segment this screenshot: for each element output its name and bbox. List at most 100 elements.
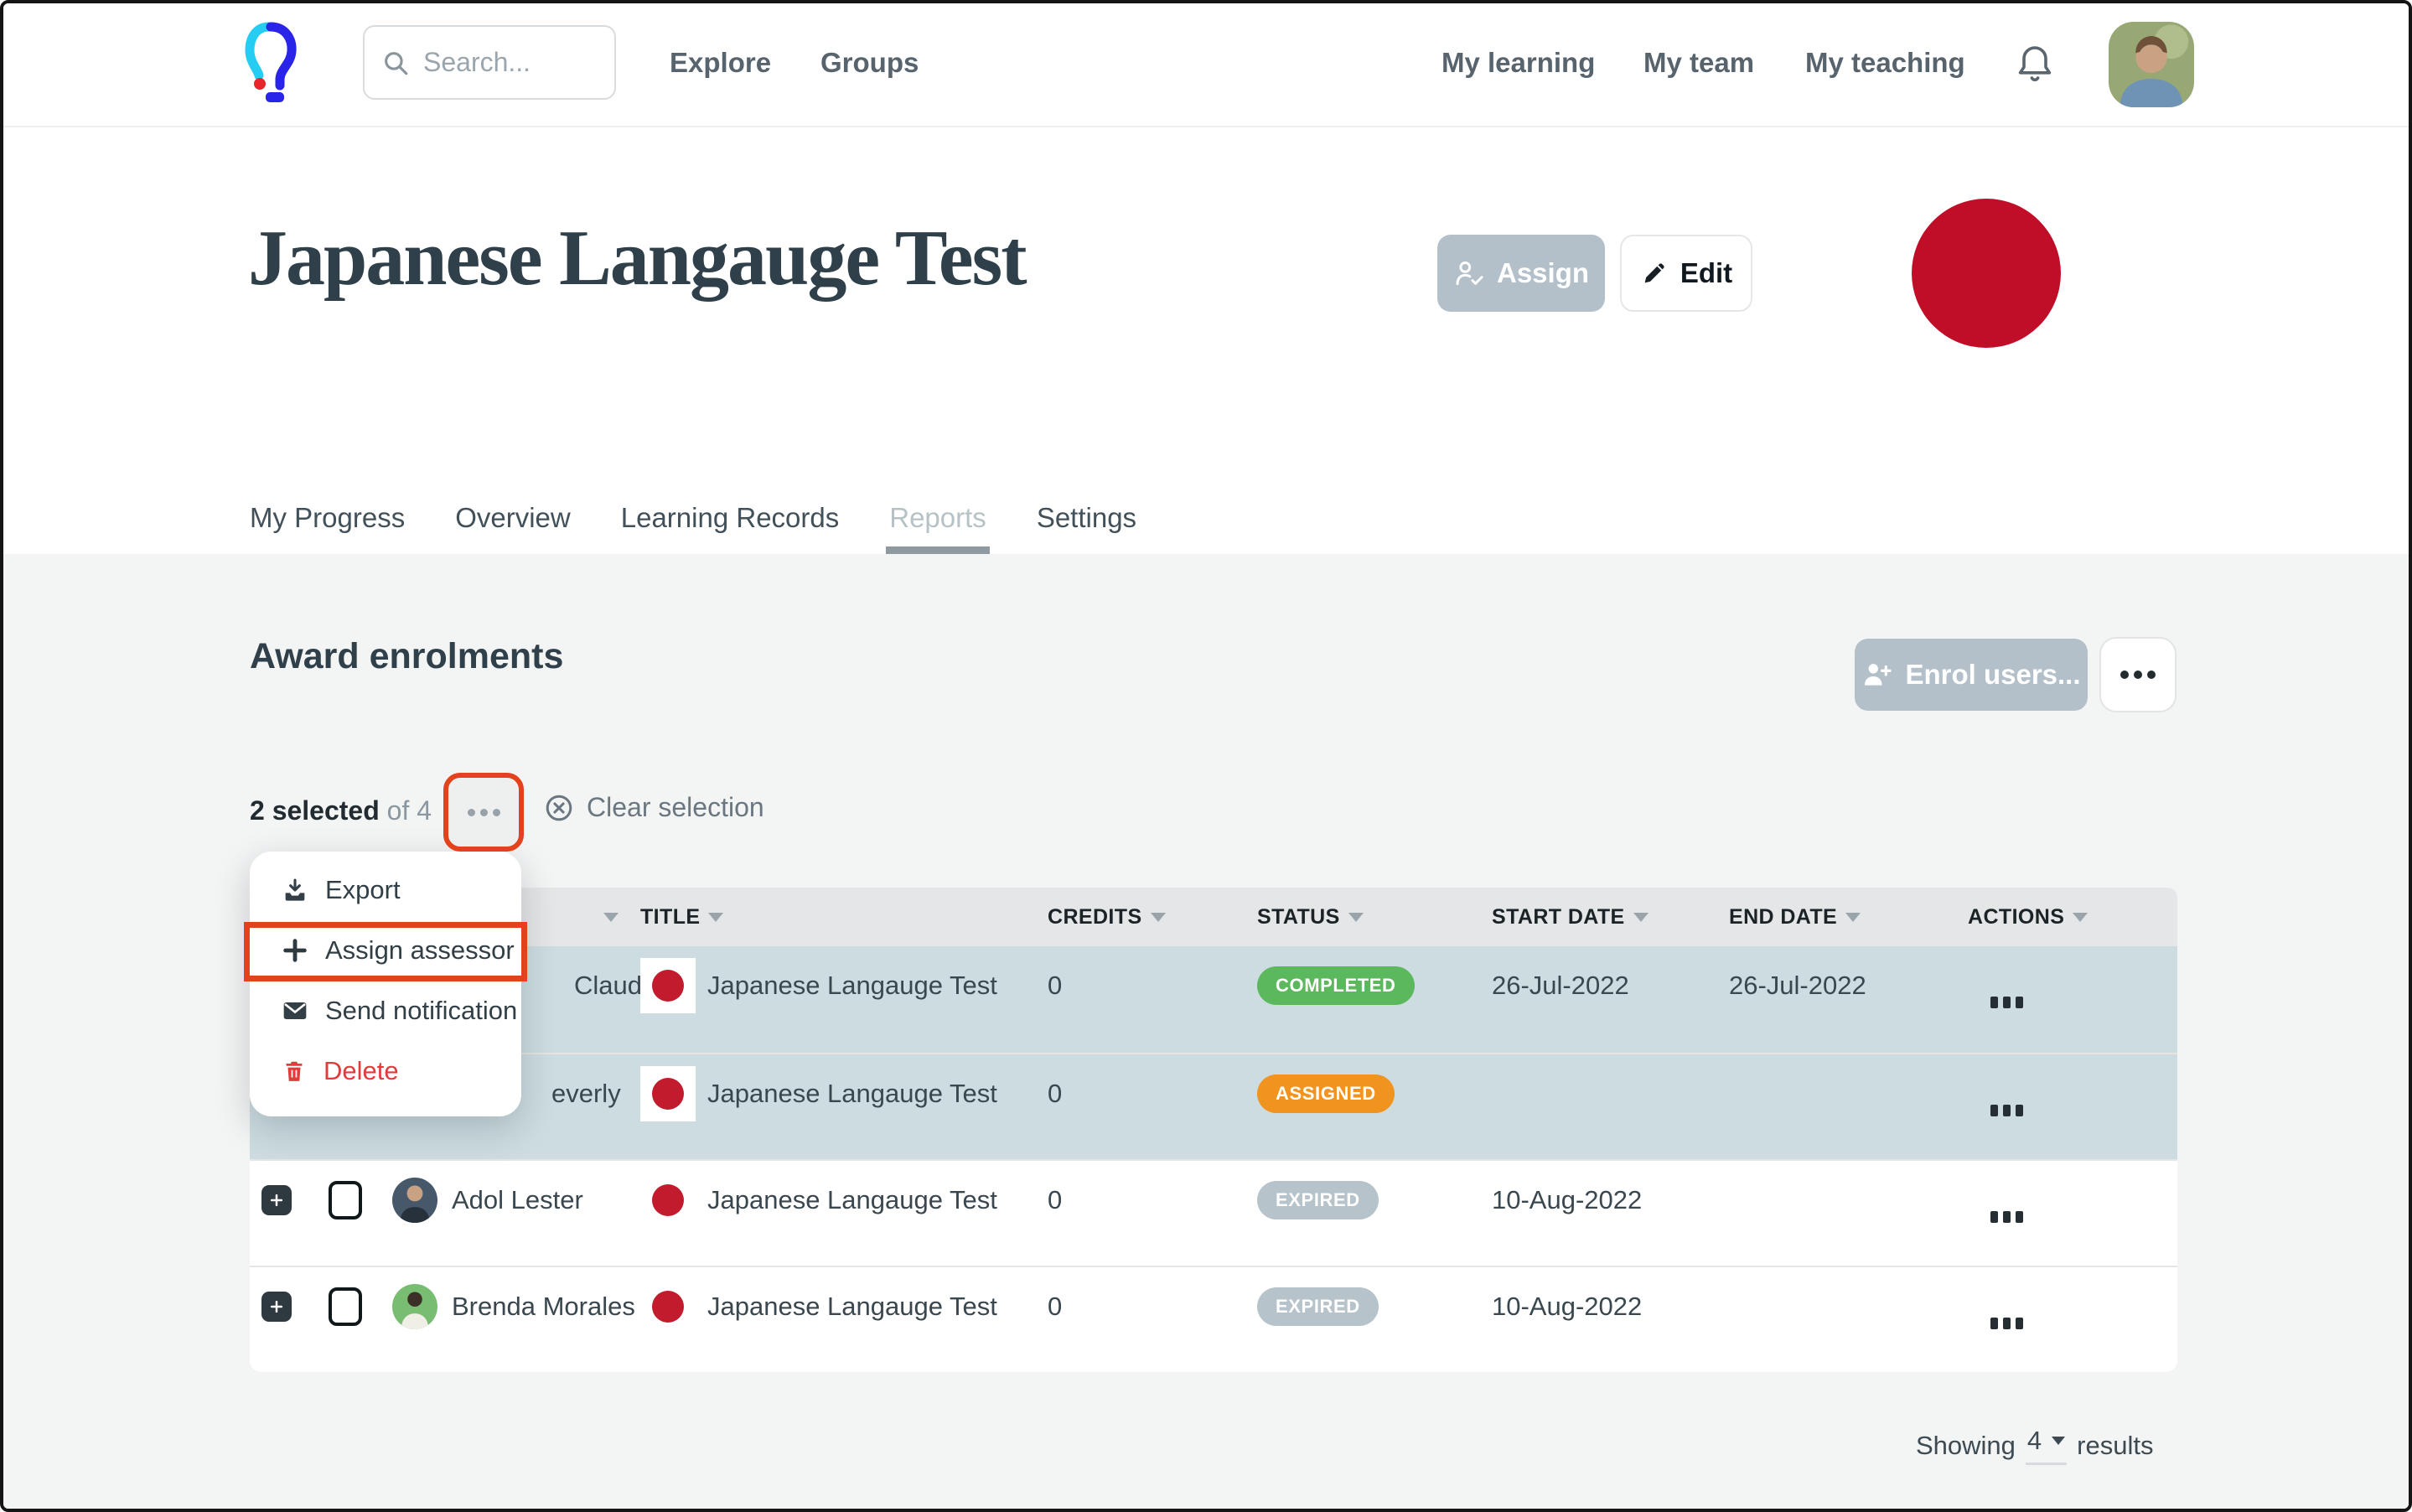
credits-value: 0 bbox=[1017, 1068, 1227, 1120]
course-hero: Japanese Langauge Test Assign Edit My Pr… bbox=[3, 129, 2409, 554]
user-avatar bbox=[392, 1178, 437, 1223]
enrolment-title: Japanese Langauge Test bbox=[707, 1185, 997, 1215]
enrolment-title: Japanese Langauge Test bbox=[707, 971, 997, 1001]
section-heading: Award enrolments bbox=[250, 636, 563, 677]
pencil-icon bbox=[1640, 259, 1669, 287]
nav-groups[interactable]: Groups bbox=[820, 47, 919, 79]
circle-x-icon bbox=[544, 793, 574, 823]
column-header-actions[interactable]: ACTIONS bbox=[1935, 905, 2177, 929]
page-title: Japanese Langauge Test bbox=[248, 213, 1026, 303]
user-name: Adol Lester bbox=[452, 1185, 583, 1215]
japan-flag-icon bbox=[640, 958, 696, 1013]
menu-item-send-notification[interactable]: Send notification bbox=[250, 981, 521, 1041]
nav-my-teaching[interactable]: My teaching bbox=[1805, 47, 1965, 79]
table-row: everly Japanese Langauge Test 0 ASSIGNED bbox=[250, 1053, 2177, 1159]
tab-settings[interactable]: Settings bbox=[1037, 502, 1136, 554]
row-actions-button[interactable] bbox=[1990, 1318, 2177, 1329]
brand-logo-icon[interactable] bbox=[244, 20, 298, 104]
table-header-row: TITLE CREDITS STATUS START DATE END DATE… bbox=[250, 888, 2177, 946]
table-row: Adol Lester Japanese Langauge Test 0 EXP… bbox=[250, 1159, 2177, 1266]
enrol-users-label: Enrol users... bbox=[1905, 659, 2080, 691]
expand-row-button[interactable] bbox=[261, 1292, 292, 1322]
row-checkbox[interactable] bbox=[329, 1181, 362, 1219]
user-avatar[interactable] bbox=[2109, 22, 2194, 107]
notifications-bell-icon[interactable] bbox=[2015, 44, 2055, 87]
row-actions-button[interactable] bbox=[1990, 997, 2177, 1008]
credits-value: 0 bbox=[1017, 1281, 1227, 1333]
nav-explore[interactable]: Explore bbox=[670, 47, 771, 79]
end-date: 26-Jul-2022 bbox=[1696, 960, 1935, 1012]
clear-selection-label: Clear selection bbox=[587, 792, 764, 823]
reports-content: Award enrolments Enrol users... 2 select… bbox=[3, 554, 2409, 1512]
clear-selection-button[interactable]: Clear selection bbox=[544, 792, 764, 823]
status-badge: ASSIGNED bbox=[1257, 1074, 1395, 1113]
edit-button[interactable]: Edit bbox=[1620, 235, 1752, 312]
enrol-users-button[interactable]: Enrol users... bbox=[1855, 639, 2088, 711]
column-header-title[interactable]: TITLE bbox=[632, 905, 1017, 929]
person-check-icon bbox=[1453, 257, 1485, 289]
start-date: 10-Aug-2022 bbox=[1462, 1281, 1696, 1333]
results-footer: Showing 4 results bbox=[1916, 1426, 2153, 1465]
start-date bbox=[1462, 1068, 1696, 1120]
page-size-select[interactable]: 4 bbox=[2026, 1426, 2067, 1465]
end-date bbox=[1696, 1281, 1935, 1333]
chevron-down-icon bbox=[2052, 1437, 2065, 1445]
person-plus-icon bbox=[1861, 659, 1893, 691]
tab-learning-records[interactable]: Learning Records bbox=[621, 502, 840, 554]
menu-item-delete[interactable]: Delete bbox=[250, 1041, 521, 1101]
column-header-credits[interactable]: CREDITS bbox=[1017, 905, 1227, 929]
user-name: everly bbox=[551, 1079, 621, 1109]
credits-value: 0 bbox=[1017, 1174, 1227, 1226]
user-name: Brenda Morales bbox=[452, 1292, 635, 1322]
enrolment-title: Japanese Langauge Test bbox=[707, 1079, 997, 1109]
search-icon bbox=[381, 49, 410, 77]
user-avatar bbox=[392, 1284, 437, 1329]
expand-row-button[interactable] bbox=[261, 1185, 292, 1215]
status-badge: EXPIRED bbox=[1257, 1287, 1379, 1326]
start-date: 26-Jul-2022 bbox=[1462, 960, 1696, 1012]
menu-item-assign-assessor[interactable]: Assign assessor bbox=[250, 920, 521, 981]
row-actions-button[interactable] bbox=[1990, 1105, 2177, 1116]
tab-reports[interactable]: Reports bbox=[889, 502, 986, 554]
status-badge: EXPIRED bbox=[1257, 1181, 1379, 1219]
plus-icon bbox=[282, 937, 308, 964]
japan-flag-icon bbox=[640, 1066, 696, 1121]
assign-button-label: Assign bbox=[1497, 257, 1589, 289]
column-header-start-date[interactable]: START DATE bbox=[1462, 905, 1696, 929]
download-icon bbox=[282, 877, 308, 904]
japan-flag-icon bbox=[640, 1279, 696, 1334]
app-window: Explore Groups My learning My team My te… bbox=[0, 0, 2412, 1512]
credits-value: 0 bbox=[1017, 960, 1227, 1012]
end-date bbox=[1696, 1068, 1935, 1120]
row-checkbox[interactable] bbox=[329, 1287, 362, 1326]
row-actions-button[interactable] bbox=[1990, 1211, 2177, 1223]
assign-button[interactable]: Assign bbox=[1437, 235, 1605, 312]
award-image-japan-flag bbox=[1912, 199, 2061, 348]
enrolment-title: Japanese Langauge Test bbox=[707, 1292, 997, 1322]
edit-button-label: Edit bbox=[1680, 257, 1732, 289]
more-actions-button[interactable] bbox=[2099, 637, 2176, 712]
search-box[interactable] bbox=[363, 25, 616, 100]
selection-count: 2 selected of 4 bbox=[250, 795, 432, 826]
enrolments-table: TITLE CREDITS STATUS START DATE END DATE… bbox=[250, 888, 2177, 1372]
table-row: Claude Japanese Langauge Test 0 COMPLETE… bbox=[250, 946, 2177, 1053]
ellipsis-icon bbox=[468, 809, 475, 816]
menu-item-export[interactable]: Export bbox=[250, 860, 521, 920]
trash-icon bbox=[282, 1059, 307, 1084]
bulk-actions-menu: Export Assign assessor Send notification bbox=[250, 852, 521, 1116]
column-header-status[interactable]: STATUS bbox=[1227, 905, 1462, 929]
nav-my-team[interactable]: My team bbox=[1643, 47, 1754, 79]
nav-my-learning[interactable]: My learning bbox=[1442, 47, 1595, 79]
japan-flag-icon bbox=[640, 1173, 696, 1228]
bulk-actions-button-annotated[interactable] bbox=[443, 773, 524, 852]
start-date: 10-Aug-2022 bbox=[1462, 1174, 1696, 1226]
status-badge: COMPLETED bbox=[1257, 966, 1415, 1005]
ellipsis-icon bbox=[2120, 671, 2129, 679]
column-header-end-date[interactable]: END DATE bbox=[1696, 905, 1935, 929]
tab-overview[interactable]: Overview bbox=[455, 502, 571, 554]
end-date bbox=[1696, 1174, 1935, 1226]
search-input[interactable] bbox=[423, 47, 591, 78]
envelope-icon bbox=[282, 997, 308, 1024]
course-tabs: My Progress Overview Learning Records Re… bbox=[250, 494, 1136, 554]
tab-my-progress[interactable]: My Progress bbox=[250, 502, 405, 554]
